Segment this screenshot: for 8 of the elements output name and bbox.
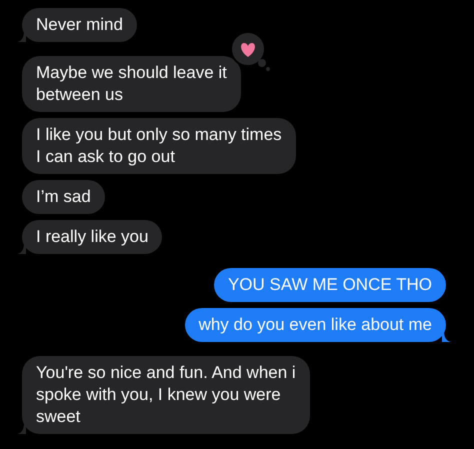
message-text: YOU SAW ME ONCE THO — [228, 274, 432, 296]
message-text: Maybe we should leave it between us — [36, 62, 227, 106]
message-text: why do you even like about me — [198, 314, 432, 336]
message-text: I like you but only so many times I can ask to go out — [36, 124, 282, 168]
message-text: I’m sad — [36, 186, 91, 208]
message-text: Never mind — [36, 14, 123, 36]
message-text: You're so nice and fun. And when i spoke with you, I knew you were sweet — [36, 362, 296, 428]
message-text: I really like you — [36, 226, 148, 248]
